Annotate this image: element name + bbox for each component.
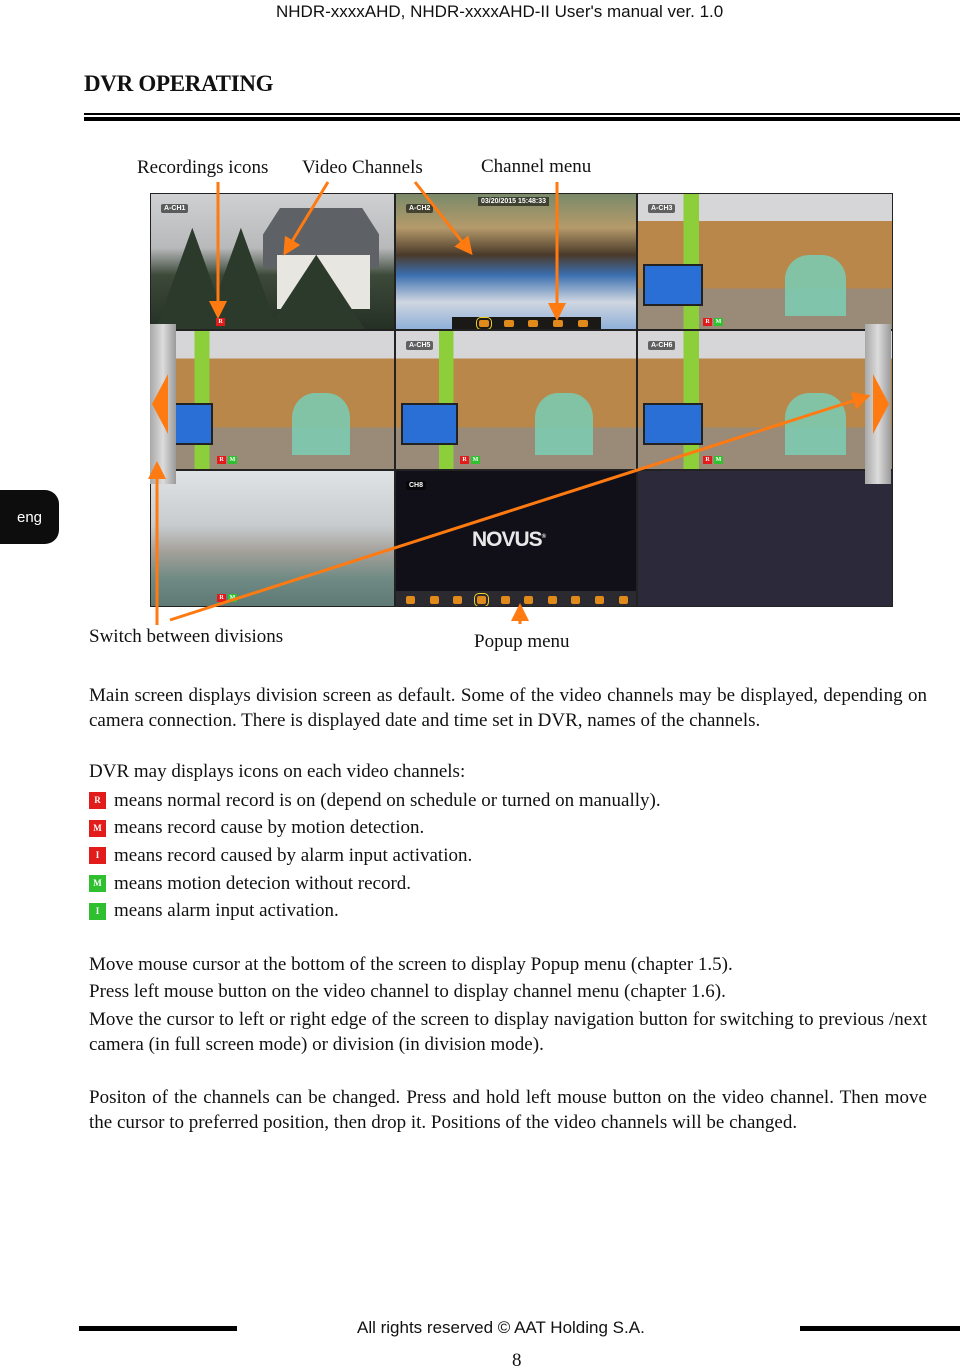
video-channel-1[interactable]: A-CH1 R	[150, 193, 395, 330]
novus-logo: NOVUS®	[472, 528, 547, 552]
record-badge: R	[703, 318, 712, 326]
popup-hint: Move mouse cursor at the bottom of the s…	[89, 954, 733, 975]
record-badges: R M	[703, 456, 723, 464]
channel-hint: Press left mouse button on the video cha…	[89, 981, 726, 1002]
audio-icon[interactable]	[524, 595, 534, 604]
footer-rule-right	[800, 1326, 960, 1331]
video-channel-8[interactable]: CH8 NOVUS®	[395, 470, 637, 607]
arrow-left-icon	[152, 374, 168, 434]
video-channel-5[interactable]: A-CH5 R M	[395, 330, 637, 470]
motion-badge: M	[714, 456, 723, 464]
channel-label: A-CH6	[648, 341, 676, 350]
callout-popup-menu: Popup menu	[474, 631, 570, 652]
record-badge: R	[217, 456, 226, 464]
video-channel-3[interactable]: A-CH3 R M	[637, 193, 893, 330]
alarm-record-badge: I	[89, 847, 106, 865]
legend-item: I means alarm input activation.	[89, 897, 661, 925]
legend-text: means motion detecion without record.	[114, 872, 412, 894]
snapshot-icon[interactable]	[503, 320, 514, 327]
record-badge: R	[89, 792, 106, 810]
main-menu-icon[interactable]	[474, 592, 490, 606]
record-badges: R M	[217, 594, 237, 602]
title-rule-thick	[84, 117, 960, 121]
ptz-icon[interactable]	[577, 320, 588, 327]
video-channel-empty[interactable]	[637, 470, 893, 607]
channel-label: A-CH5	[406, 341, 434, 350]
position-hint: Positon of the channels can be changed. …	[89, 1087, 927, 1133]
nav-hint: Move the cursor to left or right edge of…	[89, 1009, 927, 1055]
record-badge: R	[217, 594, 226, 602]
callout-channel-menu: Channel menu	[481, 156, 592, 177]
callout-recordings-icons: Recordings icons	[137, 157, 269, 178]
alarm-badge: I	[89, 902, 106, 920]
legend-text: means alarm input activation.	[114, 900, 339, 922]
legend-text: means record cause by motion detection.	[114, 817, 425, 839]
nine-view-icon[interactable]	[453, 595, 463, 604]
record-badges: R	[216, 318, 225, 326]
ptz-icon[interactable]	[547, 595, 557, 604]
legend-item: M means motion detecion without record.	[89, 870, 661, 898]
next-division-button[interactable]	[865, 324, 891, 484]
dvr-screen: A-CH1 R A-CH2 03/20/2015 15:48:33 A-CH3 …	[150, 193, 893, 607]
title-rule	[84, 113, 960, 115]
copyright: All rights reserved © AAT Holding S.A.	[357, 1318, 645, 1337]
motion-badge: M	[714, 318, 723, 326]
legend-item: M means record cause by motion detection…	[89, 815, 661, 843]
snapshot-icon[interactable]	[595, 595, 605, 604]
record-badges: R M	[703, 318, 723, 326]
record-badges: R M	[217, 456, 237, 464]
legend-text: means normal record is on (depend on sch…	[114, 789, 661, 811]
popup-menu	[396, 591, 636, 606]
sequence-icon[interactable]	[500, 595, 510, 604]
record-badges: R M	[460, 456, 480, 464]
video-channel-6[interactable]: A-CH6 R M	[637, 330, 893, 470]
playback-icon[interactable]	[618, 595, 628, 604]
record-badge: R	[216, 318, 225, 326]
icons-intro: DVR may displays icons on each video cha…	[89, 761, 466, 782]
previous-division-button[interactable]	[150, 324, 176, 484]
callout-switch-divisions: Switch between divisions	[89, 626, 284, 647]
channel-menu	[452, 317, 601, 329]
record-icon[interactable]	[476, 317, 493, 329]
record-icon[interactable]	[571, 595, 581, 604]
section-title: DVR OPERATING	[84, 71, 274, 96]
channel-label: A-CH3	[648, 204, 676, 213]
single-view-icon[interactable]	[406, 595, 416, 604]
motion-badge: M	[89, 875, 106, 893]
arrow-right-icon	[873, 374, 889, 434]
motion-badge: M	[228, 456, 237, 464]
quad-view-icon[interactable]	[429, 595, 439, 604]
motion-record-badge: M	[89, 819, 106, 837]
page-number: 8	[512, 1350, 522, 1371]
legend-item: R means normal record is on (depend on s…	[89, 787, 661, 815]
zoom-icon[interactable]	[528, 320, 539, 327]
video-channel-4[interactable]: R M	[150, 330, 395, 470]
channel-label: A-CH1	[161, 204, 189, 213]
callout-video-channels: Video Channels	[302, 157, 423, 178]
logo-mark: ®	[541, 534, 547, 540]
intro-paragraph: Main screen displays division screen as …	[89, 685, 927, 731]
footer-rule-left	[79, 1326, 237, 1331]
record-badge: R	[460, 456, 469, 464]
legend-item: I means record caused by alarm input act…	[89, 842, 661, 870]
language-tab[interactable]: eng	[0, 490, 59, 544]
channel-label: CH8	[406, 481, 427, 490]
date-time-display: 03/20/2015 15:48:33	[478, 197, 549, 206]
record-badge: R	[703, 456, 712, 464]
legend-text: means record caused by alarm input activ…	[114, 844, 473, 866]
logo-text: NOVUS	[472, 528, 543, 551]
motion-badge: M	[228, 594, 237, 602]
icon-legend: R means normal record is on (depend on s…	[89, 787, 661, 925]
channel-label: A-CH2	[406, 204, 434, 213]
manual-title: NHDR-xxxxAHD, NHDR-xxxxAHD-II User's man…	[276, 2, 724, 21]
motion-badge: M	[471, 456, 480, 464]
color-icon[interactable]	[553, 320, 564, 327]
video-channel-7[interactable]: R M	[150, 470, 395, 607]
video-channel-2[interactable]: A-CH2 03/20/2015 15:48:33	[395, 193, 637, 330]
